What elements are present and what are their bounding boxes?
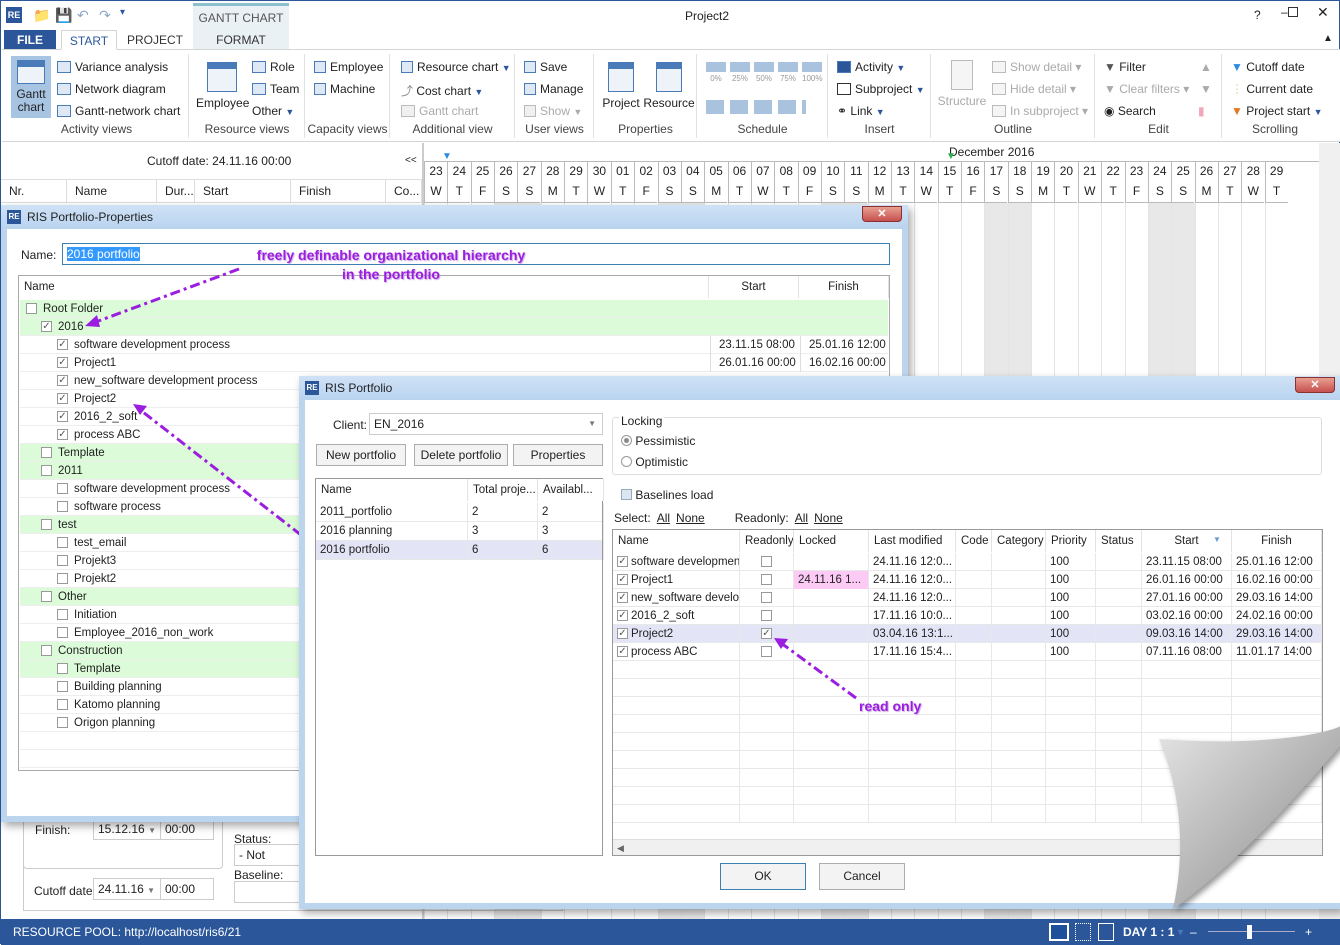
network-view-icon[interactable] — [1075, 923, 1091, 941]
resource-view-icon[interactable] — [1098, 923, 1114, 941]
readonly-arrow — [774, 638, 1340, 909]
zoom-out-button[interactable]: – — [1190, 919, 1197, 945]
scale-selector[interactable]: DAY 1 : 1 — [1123, 919, 1174, 945]
scale-dropdown-icon[interactable]: ▼ — [1176, 919, 1185, 945]
tab-start[interactable]: START — [61, 30, 117, 50]
app-window: RE 📁 💾 ↶ ↷ ▾ GANTT CHART Project2 ? – ✕ … — [0, 0, 1340, 945]
status-bar: RESOURCE POOL: http://localhost/ris6/21 … — [1, 919, 1340, 945]
gantt-view-icon[interactable] — [1049, 923, 1069, 941]
page-curl — [1159, 726, 1340, 909]
annotation-read-only: read only — [859, 698, 922, 714]
zoom-in-button[interactable]: + — [1305, 919, 1312, 945]
zoom-slider-thumb[interactable] — [1247, 925, 1253, 939]
resource-pool-label: RESOURCE POOL: http://localhost/ris6/21 — [13, 925, 242, 939]
